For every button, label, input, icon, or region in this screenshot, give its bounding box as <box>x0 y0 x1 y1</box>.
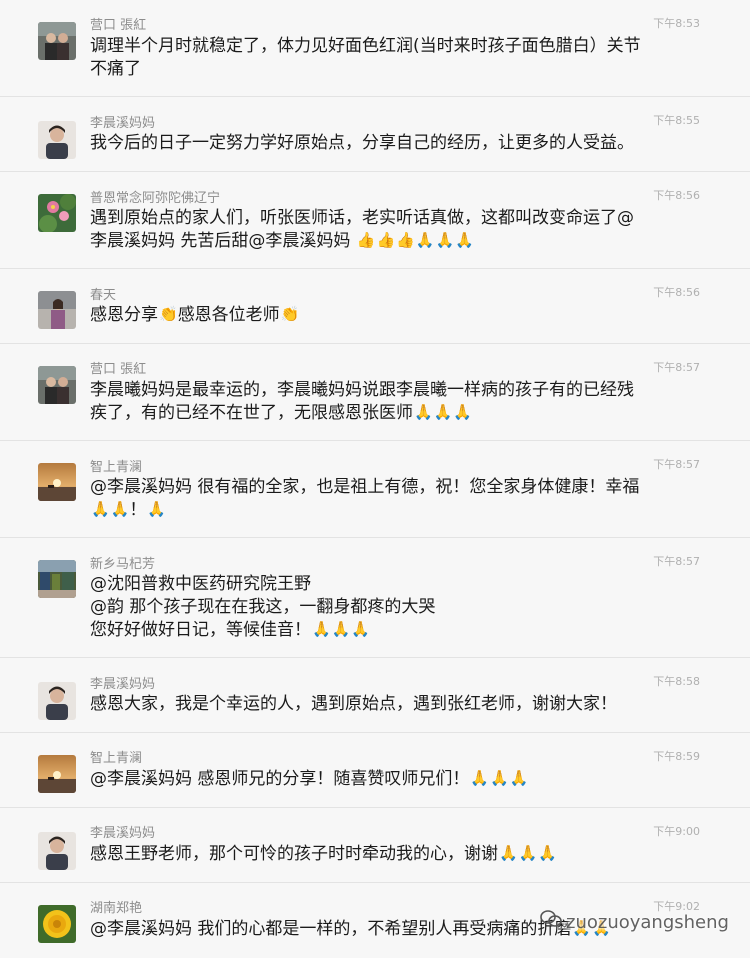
message-text: @李晨溪妈妈 感恩师兄的分享！随喜赞叹师兄们！🙏🙏🙏 <box>90 769 529 789</box>
avatar[interactable] <box>38 121 76 159</box>
watermark-text: zuozuoyangsheng <box>566 912 729 933</box>
praying-hands-icon: 🙏 <box>331 620 351 638</box>
avatar[interactable] <box>38 832 76 870</box>
praying-hands-icon: 🙏 <box>509 769 529 787</box>
watermark: zuozuoyangsheng <box>540 910 729 933</box>
sender-name: 春天 <box>90 288 117 303</box>
thumbs-up-icon: 👍 <box>396 231 415 249</box>
message-text: 遇到原始点的家人们，听张医师话，老实听话真做，这都叫改变命运了@ 李晨溪妈妈 先… <box>90 208 634 251</box>
thumbs-up-icon: 👍 <box>356 231 376 249</box>
praying-hands-icon: 🙏 <box>91 500 110 518</box>
sender-name: 湖南郑艳 <box>90 901 143 916</box>
message-text: @李晨溪妈妈 很有福的全家，也是祖上有德，祝！您全家身体健康！幸福 🙏🙏！🙏 <box>90 477 640 520</box>
chat-message: 新乡马杞芳 下午8:57 @沈阳普救中医药研究院王野 @韵 那个孩子现在在我这，… <box>0 538 750 658</box>
message-text: 感恩分享👏感恩各位老师👏 <box>90 305 300 325</box>
chat-message: 智上青澜 下午8:57 @李晨溪妈妈 很有福的全家，也是祖上有德，祝！您全家身体… <box>0 441 750 538</box>
praying-hands-icon: 🙏 <box>147 500 167 518</box>
message-text: 调理半个月时就稳定了，体力见好面色红润(当时来时孩子面色腊白）关节 不痛了 <box>90 36 641 79</box>
praying-hands-icon: 🙏 <box>470 769 490 787</box>
avatar[interactable] <box>38 22 76 60</box>
avatar[interactable] <box>38 755 76 793</box>
message-time: 下午8:57 <box>653 555 700 568</box>
avatar[interactable] <box>38 291 76 329</box>
sender-name: 李晨溪妈妈 <box>90 677 156 692</box>
message-text: 感恩王野老师，那个可怜的孩子时时牵动我的心，谢谢🙏🙏🙏 <box>90 844 558 864</box>
message-time: 下午8:58 <box>653 675 700 688</box>
avatar[interactable] <box>38 682 76 720</box>
avatar[interactable] <box>38 905 76 943</box>
clapping-hands-icon: 👏 <box>159 305 178 323</box>
message-time: 下午9:00 <box>653 825 700 838</box>
chat-message: 春天 下午8:56 感恩分享👏感恩各位老师👏 <box>0 269 750 344</box>
message-time: 下午8:56 <box>653 189 700 202</box>
sender-name: 李晨溪妈妈 <box>90 116 156 131</box>
sender-name: 智上青澜 <box>90 751 143 766</box>
praying-hands-icon: 🙏 <box>455 231 474 249</box>
chat-message: 李晨溪妈妈 下午9:00 感恩王野老师，那个可怜的孩子时时牵动我的心，谢谢🙏🙏🙏 <box>0 808 750 883</box>
message-text: 我今后的日子一定努力学好原始点，分享自己的经历，让更多的人受益。 <box>90 133 634 153</box>
message-time: 下午8:53 <box>653 17 700 30</box>
chat-message: 李晨溪妈妈 下午8:55 我今后的日子一定努力学好原始点，分享自己的经历，让更多… <box>0 97 750 172</box>
praying-hands-icon: 🙏 <box>435 231 455 249</box>
sender-name: 智上青澜 <box>90 460 143 475</box>
praying-hands-icon: 🙏 <box>499 844 518 862</box>
chat-message: 智上青澜 下午8:59 @李晨溪妈妈 感恩师兄的分享！随喜赞叹师兄们！🙏🙏🙏 <box>0 733 750 808</box>
message-text: 李晨曦妈妈是最幸运的，李晨曦妈妈说跟李晨曦一样病的孩子有的已经残 疾了，有的已经… <box>90 380 634 423</box>
chat-message: 营口 張紅 下午8:53 调理半个月时就稳定了，体力见好面色红润(当时来时孩子面… <box>0 0 750 97</box>
sender-name: 新乡马杞芳 <box>90 557 156 572</box>
sender-name: 营口 張紅 <box>90 362 147 377</box>
praying-hands-icon: 🙏 <box>312 620 331 638</box>
sender-name: 李晨溪妈妈 <box>90 826 156 841</box>
praying-hands-icon: 🙏 <box>351 620 371 638</box>
praying-hands-icon: 🙏 <box>415 231 435 249</box>
praying-hands-icon: 🙏 <box>433 403 453 421</box>
thumbs-up-icon: 👍 <box>376 231 396 249</box>
message-time: 下午8:56 <box>653 286 700 299</box>
chat-message: 营口 張紅 下午8:57 李晨曦妈妈是最幸运的，李晨曦妈妈说跟李晨曦一样病的孩子… <box>0 344 750 441</box>
chat-history: 营口 張紅 下午8:53 调理半个月时就稳定了，体力见好面色红润(当时来时孩子面… <box>0 0 750 958</box>
message-text: 感恩大家，我是个幸运的人，遇到原始点，遇到张红老师，谢谢大家！ <box>90 694 617 714</box>
sender-name: 普恩常念阿弥陀佛辽宁 <box>90 191 221 206</box>
message-text: @沈阳普救中医药研究院王野 @韵 那个孩子现在在我这，一翻身都疼的大哭 您好好做… <box>90 574 436 640</box>
message-time: 下午8:57 <box>653 458 700 471</box>
sender-name: 营口 張紅 <box>90 18 147 33</box>
chat-message: 李晨溪妈妈 下午8:58 感恩大家，我是个幸运的人，遇到原始点，遇到张红老师，谢… <box>0 658 750 733</box>
praying-hands-icon: 🙏 <box>518 844 538 862</box>
clapping-hands-icon: 👏 <box>280 305 300 323</box>
avatar[interactable] <box>38 560 76 598</box>
praying-hands-icon: 🙏 <box>453 403 473 421</box>
praying-hands-icon: 🙏 <box>538 844 558 862</box>
message-time: 下午8:57 <box>653 361 700 374</box>
avatar[interactable] <box>38 366 76 404</box>
praying-hands-icon: 🙏 <box>490 769 509 787</box>
avatar[interactable] <box>38 463 76 501</box>
chat-message: 普恩常念阿弥陀佛辽宁 下午8:56 遇到原始点的家人们，听张医师话，老实听话真做… <box>0 172 750 269</box>
praying-hands-icon: 🙏 <box>414 403 433 421</box>
chat-bubble-icon <box>540 910 562 933</box>
message-time: 下午8:55 <box>653 114 700 127</box>
avatar[interactable] <box>38 194 76 232</box>
message-time: 下午8:59 <box>653 750 700 763</box>
praying-hands-icon: 🙏 <box>110 500 130 518</box>
